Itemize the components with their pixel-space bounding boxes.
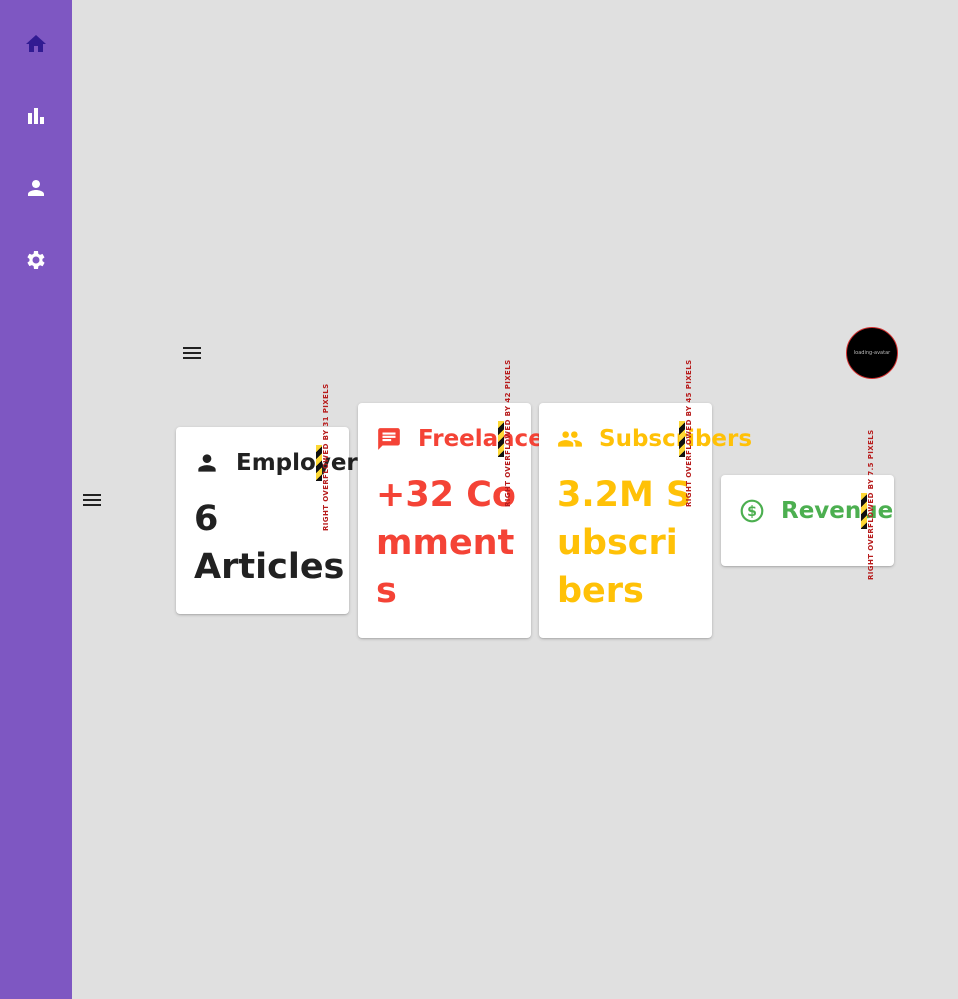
home-icon <box>26 35 46 52</box>
card-value: +32 Comments <box>376 475 516 611</box>
overflow-warning: RIGHT OVERFLOWED BY 42 PIXELS <box>504 359 512 507</box>
overflow-warning: RIGHT OVERFLOWED BY 31 PIXELS <box>322 383 330 531</box>
top-menu-button[interactable] <box>178 339 206 367</box>
card-value: 3.2M Subscribers <box>557 475 692 611</box>
card-header: Freelancers <box>376 425 569 453</box>
person-icon <box>198 454 216 472</box>
overflow-warning: RIGHT OVERFLOWED BY 45 PIXELS <box>685 359 693 507</box>
side-menu-button[interactable] <box>78 486 106 514</box>
navigation-rail <box>0 0 72 999</box>
overflow-warning: RIGHT OVERFLOWED BY 7.5 PIXELS <box>867 429 875 580</box>
nav-home[interactable] <box>0 20 72 68</box>
svg-text:$: $ <box>747 504 757 520</box>
card-value: 6 Articles <box>194 499 345 587</box>
avatar-label: loading-avatar <box>853 350 891 356</box>
card-header: $ Revenue <box>739 497 893 525</box>
avatar[interactable]: loading-avatar <box>846 327 898 379</box>
hamburger-icon <box>183 347 201 359</box>
bar-chart-icon <box>28 108 44 124</box>
dollar-icon: $ <box>740 499 764 523</box>
nav-analytics[interactable] <box>0 92 72 140</box>
nav-settings[interactable] <box>0 236 72 284</box>
settings-icon <box>27 251 45 269</box>
card-header: Subscribers <box>557 425 752 453</box>
comment-icon <box>378 428 400 450</box>
card-title: Employers <box>236 450 372 476</box>
hamburger-icon <box>83 494 101 506</box>
people-icon <box>558 431 582 447</box>
nav-profile[interactable] <box>0 164 72 212</box>
card-header: Employers <box>194 449 371 477</box>
card-title: Revenue <box>781 498 894 524</box>
card-title: Subscribers <box>599 426 753 452</box>
person-icon <box>28 180 44 196</box>
